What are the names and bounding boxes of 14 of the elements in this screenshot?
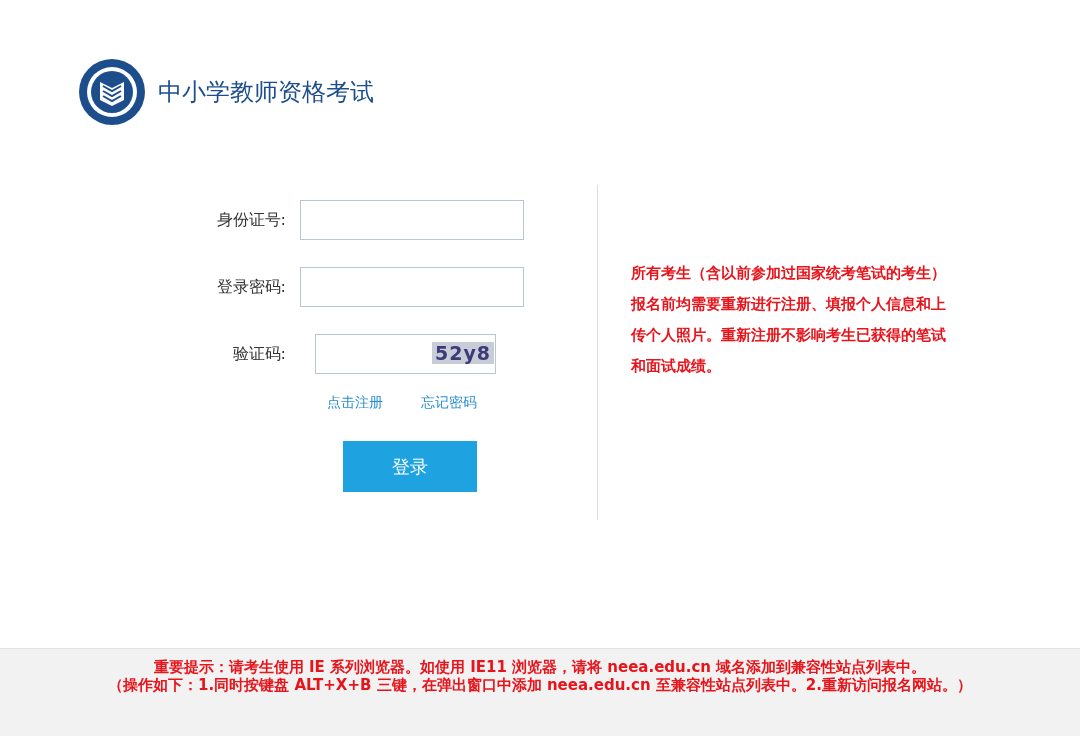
field-label: 验证码: bbox=[231, 343, 286, 365]
footer-text: （操作如下：1.同时按键盘 ALT+X+B 三键，在弹出窗口中添加 neea.edu.cn 至兼容性站点列表中。2.重新访问报名网站。） bbox=[108, 676, 972, 694]
id-number-field[interactable] bbox=[300, 200, 524, 240]
login-button[interactable]: 登录 bbox=[343, 441, 477, 492]
link[interactable]: 点击注册 bbox=[327, 394, 383, 412]
captcha-image[interactable]: 52y8 bbox=[431, 342, 494, 364]
link[interactable]: 忘记密码 bbox=[421, 394, 477, 412]
notice-text: 所有考生（含以前参加过国家统考笔试的考生）报名前均需要重新进行注册、填报个人信息和上传个人照片。重新注册不影响考生已获得的笔试和面试成绩。 bbox=[631, 263, 947, 377]
field-label: 登录密码: bbox=[215, 276, 286, 298]
footer-text: 重要提示：请考生使用 IE 系列浏览器。如使用 IE11 浏览器，请将 neea.edu.cn 域名添加到兼容性站点列表中。 bbox=[153, 658, 927, 676]
field-label: 身份证号: bbox=[215, 209, 286, 231]
site-title: 中小学教师资格考试 bbox=[158, 77, 374, 108]
emblem-logo bbox=[78, 58, 146, 126]
password-field[interactable] bbox=[300, 267, 524, 307]
